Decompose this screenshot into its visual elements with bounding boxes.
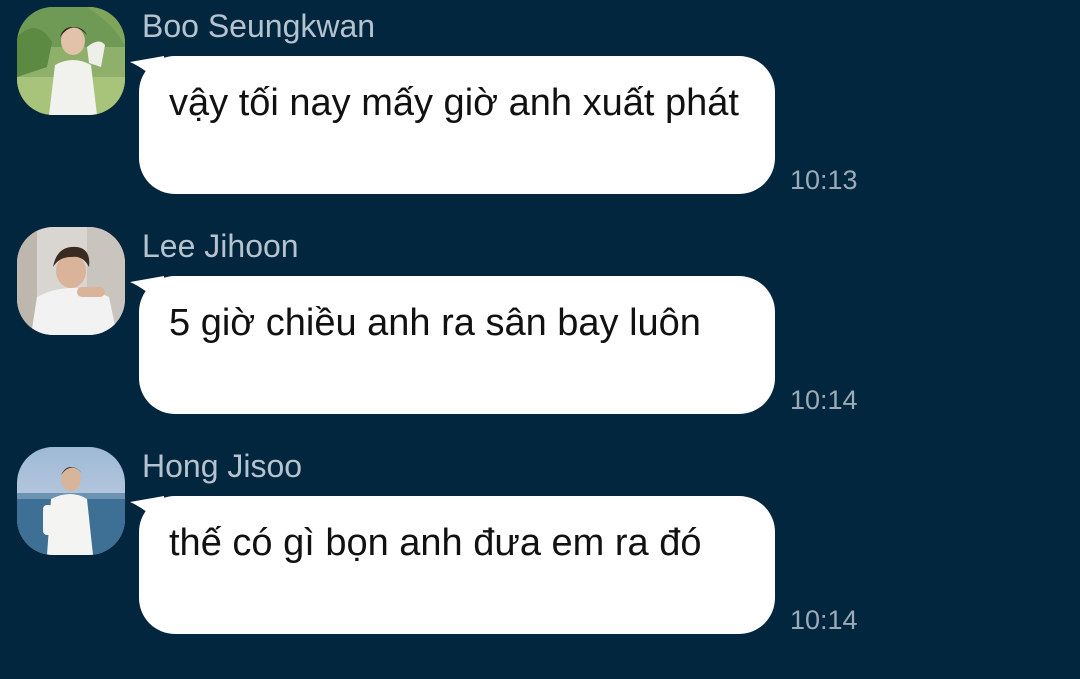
message-row: Lee Jihoon 5 giờ chiều anh ra sân bay lu… [0,220,1080,440]
sender-name: Hong Jisoo [142,448,303,484]
person-photo-icon [17,7,125,115]
message-timestamp: 10:14 [790,605,858,635]
bubble-tail-shape [130,276,164,306]
message-row: Hong Jisoo thế có gì bọn anh đưa em ra đ… [0,440,1080,660]
message-text: thế có gì bọn anh đưa em ra đó [169,522,702,564]
person-photo-icon [17,447,125,555]
message-timestamp: 10:13 [790,165,858,195]
bubble-tail-shape [130,56,164,86]
person-photo-icon [17,227,125,335]
sender-name: Boo Seungkwan [142,8,376,44]
message-bubble[interactable]: thế có gì bọn anh đưa em ra đó [130,496,775,634]
bubble-tail-shape [130,496,164,526]
message-text: vậy tối nay mấy giờ anh xuất phát [169,82,739,124]
message-text: 5 giờ chiều anh ra sân bay luôn [169,302,701,344]
avatar[interactable] [17,227,125,335]
message-bubble[interactable]: 5 giờ chiều anh ra sân bay luôn [130,276,775,414]
message-timestamp: 10:14 [790,385,858,415]
chat-message-list: Boo Seungkwan vậy tối nay mấy giờ anh xu… [0,0,1080,679]
message-row: Boo Seungkwan vậy tối nay mấy giờ anh xu… [0,0,1080,220]
sender-name: Lee Jihoon [142,228,299,264]
avatar[interactable] [17,447,125,555]
avatar[interactable] [17,7,125,115]
message-bubble[interactable]: vậy tối nay mấy giờ anh xuất phát [130,56,775,194]
